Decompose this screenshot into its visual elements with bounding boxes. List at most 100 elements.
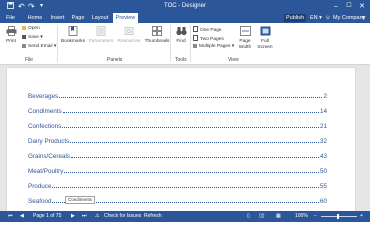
find-button[interactable]: Find <box>173 26 189 45</box>
toc-entry-title: Dairy Products <box>28 138 70 145</box>
two-pages-label: Two Pages <box>200 37 224 42</box>
user-icon: ☺ <box>325 15 331 21</box>
company-label[interactable]: My Company <box>333 13 365 23</box>
parameters-button[interactable]: Parameters <box>88 26 114 45</box>
language-selector[interactable]: EN ▾ <box>310 13 322 23</box>
ribbon-separator <box>57 25 58 62</box>
first-page-icon[interactable]: ⏮ <box>8 211 13 222</box>
toc-entry-page: 2 <box>323 93 327 100</box>
tools-group-label: Tools <box>175 57 187 63</box>
toc-entry[interactable]: Condiments 14 <box>28 106 327 115</box>
two-pages-button[interactable]: Two Pages <box>193 35 224 43</box>
tab-layout[interactable]: Layout <box>89 13 111 23</box>
resources-icon <box>116 26 142 39</box>
print-button[interactable]: Print <box>4 26 18 45</box>
multiple-pages-icon <box>193 44 197 48</box>
multiple-pages-label: Multiple Pages <box>199 44 231 49</box>
menu-bar: File Home Insert Page Layout Preview Pub… <box>0 13 370 23</box>
document-canvas[interactable]: Beverages 2 Condiments 14 Confections 21 Da… <box>0 65 370 213</box>
toc-entry-title: Condiments <box>28 108 62 115</box>
toc-entry-page: 21 <box>319 123 327 130</box>
bookmarks-button[interactable]: Bookmarks <box>60 26 86 45</box>
toc-entry[interactable]: Dairy Products 32 <box>28 136 327 145</box>
print-label: Print <box>6 39 16 44</box>
view-group-label: View <box>228 57 239 63</box>
maximize-icon[interactable]: ☐ <box>344 2 354 11</box>
toc-entry[interactable]: Meat/Poultry 50 <box>28 166 327 175</box>
toc-entry[interactable]: Grains/Cereals 43 <box>28 151 327 160</box>
multi-page-view-icon[interactable]: ▦ <box>276 211 281 222</box>
language-label: EN <box>310 15 318 21</box>
resources-label: Resources <box>117 39 141 44</box>
toc-entry-title: Produce <box>28 183 52 190</box>
full-screen-button[interactable]: Full Screen <box>256 26 274 51</box>
toc-entry[interactable]: Produce 55 <box>28 181 327 190</box>
last-page-icon[interactable]: ⏭ <box>82 211 87 222</box>
zoom-slider[interactable] <box>321 216 357 217</box>
disk-icon <box>22 35 26 39</box>
zoom-in-icon[interactable]: + <box>360 211 363 222</box>
page-width-button[interactable]: Page Width <box>236 26 254 51</box>
toc-leader <box>59 97 323 98</box>
two-page-view-icon[interactable]: ▯▯ <box>259 211 265 222</box>
parameters-label: Parameters <box>88 39 114 44</box>
toc-entry[interactable]: Confections 21 <box>28 121 327 130</box>
toc-entry-page: 55 <box>319 183 327 190</box>
one-page-label: One Page <box>200 28 222 33</box>
hover-tooltip: Condiments <box>65 196 96 204</box>
minimize-icon[interactable]: – <box>331 2 341 11</box>
bookmarks-label: Bookmarks <box>61 39 85 44</box>
toc-entry-title: Confections <box>28 123 62 130</box>
full-screen-label-line2: Screen <box>257 45 273 50</box>
title-bar: ↶ ↷ ▾ TOC - Designer – ☐ ✕ <box>0 0 370 13</box>
thumbnails-label: Thumbnails <box>144 39 170 44</box>
publish-button[interactable]: Publish <box>284 14 306 22</box>
next-page-icon[interactable]: ▶ <box>71 211 75 222</box>
toc-leader <box>71 157 319 158</box>
toc-leader <box>62 127 319 128</box>
tab-home[interactable]: Home <box>25 13 45 23</box>
parameters-icon <box>88 26 114 39</box>
refresh-button[interactable]: Refresh <box>144 211 162 222</box>
tab-insert[interactable]: Insert <box>48 13 67 23</box>
thumbnails-button[interactable]: Thumbnails <box>143 26 171 45</box>
page-width-icon <box>236 26 254 39</box>
tab-page[interactable]: Page <box>70 13 86 23</box>
document-page: Beverages 2 Condiments 14 Confections 21 Da… <box>7 68 355 213</box>
thumbnails-icon <box>143 26 171 39</box>
toc-entry-title: Beverages <box>28 93 59 100</box>
email-icon <box>22 44 26 48</box>
company-dropdown-icon[interactable]: ▾ <box>362 13 365 23</box>
window-title: TOC - Designer <box>164 3 206 9</box>
check-issues-button[interactable]: Check for Issues <box>104 211 141 222</box>
one-page-button[interactable]: One Page <box>193 26 222 34</box>
toc-leader <box>70 142 319 143</box>
zoom-slider-thumb[interactable] <box>337 214 339 219</box>
toc-entry-page: 60 <box>319 198 327 205</box>
page-info: Page 1 of 75 <box>33 213 62 219</box>
zoom-level: 100% <box>295 213 308 219</box>
zoom-out-icon[interactable]: − <box>314 211 317 222</box>
folder-icon <box>22 26 26 30</box>
previous-page-icon[interactable]: ◀ <box>20 211 24 222</box>
one-page-view-icon[interactable]: ▯ <box>247 211 250 222</box>
two-pages-icon <box>193 35 198 41</box>
ribbon-separator <box>170 25 171 62</box>
status-bar: ⏮ ◀ Page 1 of 75 ▶ ⏭ ⚠ Check for Issues … <box>0 211 370 222</box>
multiple-pages-button[interactable]: Multiple Pages ▾ <box>193 44 234 50</box>
send-email-button[interactable]: Send Email ▾ <box>22 44 56 50</box>
open-button[interactable]: Open <box>22 26 40 32</box>
issues-icon: ⚠ <box>95 213 100 219</box>
resources-button[interactable]: Resources <box>116 26 142 45</box>
toc-leader <box>52 187 319 188</box>
tab-file[interactable]: File <box>2 13 19 23</box>
toc-entry[interactable]: Beverages 2 <box>28 91 327 100</box>
toc-entry-title: Meat/Poultry <box>28 168 64 175</box>
toc-leader <box>64 172 319 173</box>
tab-preview[interactable]: Preview <box>113 13 138 23</box>
open-label: Open <box>28 26 40 31</box>
save-button[interactable]: Save ▾ <box>22 35 43 41</box>
one-page-icon <box>193 26 198 32</box>
close-icon[interactable]: ✕ <box>357 2 367 11</box>
send-email-label: Send Email <box>28 44 53 49</box>
